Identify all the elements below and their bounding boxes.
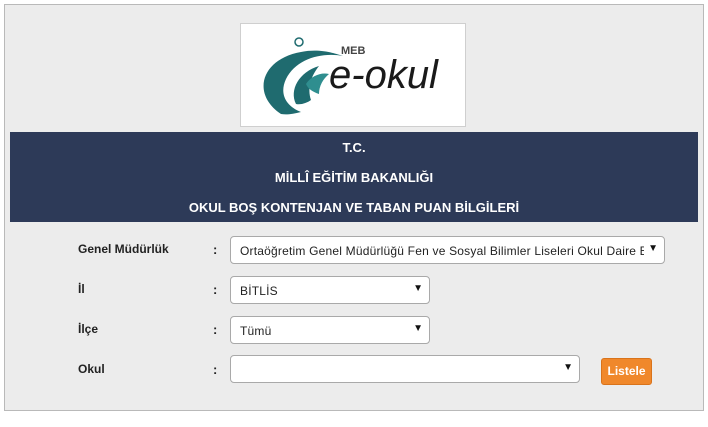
logo-brand-text: e-okul: [329, 53, 439, 97]
okul-label: Okul: [78, 362, 105, 376]
il-label: İl: [78, 282, 85, 296]
ilce-label: İlçe: [78, 322, 99, 336]
okul-colon: :: [213, 362, 218, 377]
ilce-select[interactable]: Tümü ▼: [230, 316, 430, 344]
chevron-down-icon: ▼: [648, 243, 658, 254]
genel-mudurluk-label: Genel Müdürlük: [78, 242, 169, 256]
il-colon: :: [213, 282, 218, 297]
genel-mudurluk-colon: :: [213, 242, 218, 257]
e-okul-logo: MEB e-okul: [240, 23, 466, 127]
il-value: BİTLİS: [240, 284, 278, 298]
ilce-colon: :: [213, 322, 218, 337]
ilce-value: Tümü: [240, 324, 272, 338]
il-select[interactable]: BİTLİS ▼: [230, 276, 430, 304]
genel-mudurluk-value: Ortaöğretim Genel Müdürlüğü Fen ve Sosya…: [240, 244, 644, 258]
listele-button[interactable]: Listele: [601, 358, 652, 385]
okul-select[interactable]: ▼: [230, 355, 580, 383]
header-line-ministry: MİLLÎ EĞİTİM BAKANLIĞI: [274, 170, 434, 185]
chevron-down-icon: ▼: [563, 362, 573, 373]
genel-mudurluk-select[interactable]: Ortaöğretim Genel Müdürlüğü Fen ve Sosya…: [230, 236, 665, 264]
chevron-down-icon: ▼: [413, 323, 423, 334]
header-line-tc: T.C.: [342, 140, 366, 155]
header-line-title: OKUL BOŞ KONTENJAN VE TABAN PUAN BİLGİLE…: [188, 200, 520, 215]
page-header: T.C. MİLLÎ EĞİTİM BAKANLIĞI OKUL BOŞ KON…: [10, 132, 698, 222]
chevron-down-icon: ▼: [413, 283, 423, 294]
